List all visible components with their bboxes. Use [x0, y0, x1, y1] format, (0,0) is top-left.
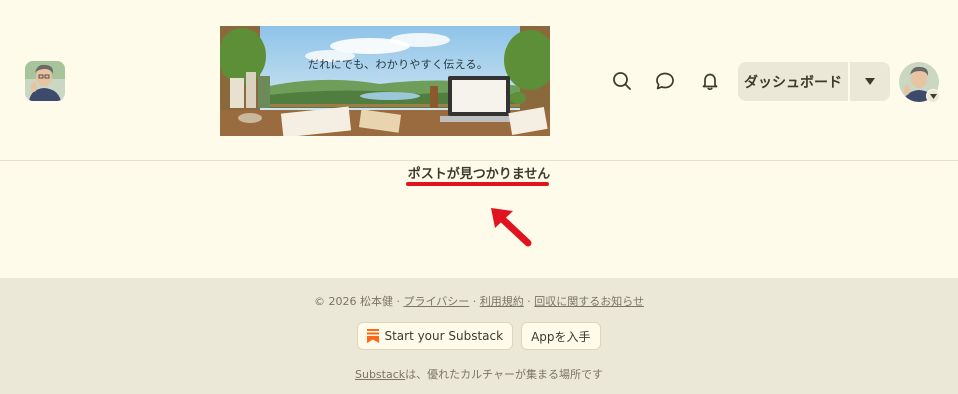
user-avatar[interactable]: [899, 62, 940, 103]
copyright-text: © 2026 松本健 ·: [313, 295, 404, 308]
chat-icon: [656, 72, 674, 90]
tagline-text: は、優れたカルチャーが集まる場所です: [405, 368, 604, 381]
bell-icon: [702, 73, 718, 91]
substack-logo-icon: [367, 329, 380, 343]
banner-image: [220, 26, 550, 136]
caret-down-icon: [929, 93, 937, 99]
separator: ·: [523, 295, 535, 308]
collection-notice-link[interactable]: 回収に関するお知らせ: [534, 295, 644, 308]
substack-link[interactable]: Substack: [355, 368, 405, 381]
start-substack-label: Start your Substack: [384, 329, 504, 343]
chat-button[interactable]: [653, 69, 677, 93]
dashboard-button[interactable]: ダッシュボード: [738, 62, 848, 101]
red-arrow-annotation: [491, 208, 532, 247]
avatar-menu-indicator: [926, 89, 940, 103]
copyright-line: © 2026 松本健 · プライバシー · 利用規約 · 回収に関するお知らせ: [0, 293, 958, 309]
start-substack-button[interactable]: Start your Substack: [357, 322, 514, 350]
publication-logo[interactable]: [25, 61, 65, 101]
footer-buttons: Start your Substack Appを入手: [0, 322, 958, 350]
dashboard-button-group: ダッシュボード: [738, 62, 890, 101]
banner-caption: だれにでも、わかりやすく伝える。: [308, 58, 489, 71]
caret-down-icon: [865, 78, 875, 85]
red-underline-annotation: [406, 182, 549, 186]
publication-logo-image: [25, 61, 65, 101]
terms-link[interactable]: 利用規約: [480, 295, 524, 308]
not-found-message: ポストが見つかりません: [407, 167, 551, 182]
footer-tagline: Substackは、優れたカルチャーが集まる場所です: [0, 366, 958, 382]
get-app-button[interactable]: Appを入手: [521, 322, 601, 350]
search-button[interactable]: [610, 69, 634, 93]
dashboard-menu-button[interactable]: [850, 62, 890, 101]
notifications-button[interactable]: [698, 69, 722, 93]
separator: ·: [469, 295, 480, 308]
search-icon: [613, 72, 631, 90]
get-app-label: Appを入手: [531, 329, 591, 344]
header-banner[interactable]: だれにでも、わかりやすく伝える。: [220, 26, 550, 136]
site-footer: © 2026 松本健 · プライバシー · 利用規約 · 回収に関するお知らせ …: [0, 278, 958, 394]
site-header: だれにでも、わかりやすく伝える。 ダッシュボード: [0, 0, 958, 161]
privacy-link[interactable]: プライバシー: [403, 295, 469, 308]
